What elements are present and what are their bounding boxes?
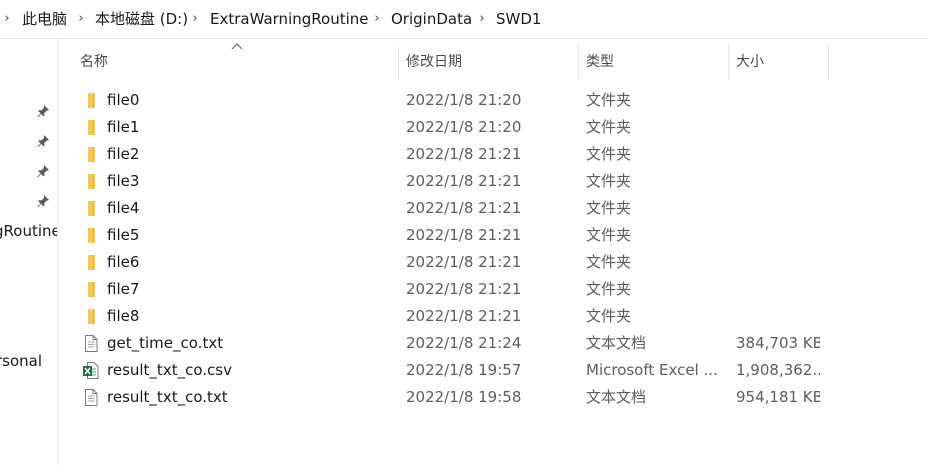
- column-header-row: 名称 修改日期 类型 大小: [58, 43, 928, 80]
- file-type: 文件夹: [586, 307, 632, 325]
- column-header-size[interactable]: 大小: [728, 44, 828, 80]
- list-item[interactable]: result_txt_co.csv 2022/1/8 19:57 Microso…: [78, 357, 838, 384]
- chevron-right-icon[interactable]: ›: [190, 9, 200, 29]
- file-size: [736, 168, 820, 195]
- folder-icon: [88, 147, 95, 162]
- folder-icon: [88, 255, 95, 270]
- file-size: [736, 195, 820, 222]
- file-name: file8: [107, 307, 140, 325]
- file-size: [736, 303, 820, 330]
- list-item[interactable]: file1 2022/1/8 21:20 文件夹: [78, 114, 838, 141]
- folder-icon: [88, 201, 95, 216]
- list-item[interactable]: file0 2022/1/8 21:20 文件夹: [78, 87, 838, 114]
- file-size: 1,908,362...: [736, 361, 820, 379]
- breadcrumb-swd1[interactable]: SWD1: [496, 9, 541, 29]
- file-date: 2022/1/8 21:24: [406, 334, 522, 352]
- list-item[interactable]: file6 2022/1/8 21:21 文件夹: [78, 249, 838, 276]
- file-type: 文件夹: [586, 226, 632, 244]
- file-size: [736, 249, 820, 276]
- folder-icon: [88, 309, 95, 324]
- list-item[interactable]: file5 2022/1/8 21:21 文件夹: [78, 222, 838, 249]
- folder-icon: [88, 93, 95, 108]
- list-item[interactable]: file8 2022/1/8 21:21 文件夹: [78, 303, 838, 330]
- pin-icon[interactable]: [35, 103, 51, 119]
- breadcrumb-local-disk-d[interactable]: 本地磁盘 (D:): [95, 9, 188, 29]
- file-date: 2022/1/8 21:21: [406, 280, 522, 298]
- pin-icon[interactable]: [35, 193, 51, 209]
- address-bar[interactable]: › 此电脑 › 本地磁盘 (D:) › ExtraWarningRoutine …: [0, 0, 928, 39]
- file-date: 2022/1/8 21:21: [406, 145, 522, 163]
- file-size: [736, 87, 820, 114]
- file-type: 文件夹: [586, 145, 632, 163]
- chevron-right-icon[interactable]: ›: [2, 9, 12, 29]
- file-name: file7: [107, 280, 140, 298]
- file-date: 2022/1/8 21:21: [406, 226, 522, 244]
- breadcrumb-extrawarningroutine[interactable]: ExtraWarningRoutine: [210, 9, 368, 29]
- column-header-type[interactable]: 类型: [578, 44, 728, 80]
- file-date: 2022/1/8 19:58: [406, 388, 522, 406]
- file-size: [736, 222, 820, 249]
- list-item[interactable]: result_txt_co.txt 2022/1/8 19:58 文本文档 95…: [78, 384, 838, 411]
- pin-icon[interactable]: [35, 163, 51, 179]
- file-size: [736, 114, 820, 141]
- list-item[interactable]: file3 2022/1/8 21:21 文件夹: [78, 168, 838, 195]
- file-name: file3: [107, 172, 140, 190]
- file-name: file5: [107, 226, 140, 244]
- file-date: 2022/1/8 21:20: [406, 118, 522, 136]
- file-type: 文件夹: [586, 253, 632, 271]
- file-name: get_time_co.txt: [107, 334, 224, 352]
- file-type: 文本文档: [586, 388, 647, 406]
- list-item[interactable]: file2 2022/1/8 21:21 文件夹: [78, 141, 838, 168]
- pin-icon[interactable]: [35, 133, 51, 149]
- file-name: file6: [107, 253, 140, 271]
- folder-icon: [88, 174, 95, 189]
- file-size: [736, 141, 820, 168]
- excel-file-icon: [83, 362, 99, 379]
- file-type: 文件夹: [586, 172, 632, 190]
- file-date: 2022/1/8 19:57: [406, 361, 522, 379]
- breadcrumb-origindata[interactable]: OriginData: [391, 9, 472, 29]
- chevron-right-icon[interactable]: ›: [477, 9, 487, 29]
- file-name: result_txt_co.csv: [107, 361, 232, 379]
- file-name: result_txt_co.txt: [107, 388, 228, 406]
- file-type: 文件夹: [586, 280, 632, 298]
- file-date: 2022/1/8 21:21: [406, 307, 522, 325]
- text-file-icon: [85, 335, 98, 352]
- file-name: file1: [107, 118, 140, 136]
- file-type: Microsoft Excel ...: [586, 361, 718, 379]
- file-size: [736, 276, 820, 303]
- folder-icon: [88, 282, 95, 297]
- chevron-right-icon[interactable]: ›: [76, 9, 86, 29]
- nav-item-extrawarningroutine[interactable]: gRoutine: [0, 222, 57, 240]
- file-type: 文件夹: [586, 199, 632, 217]
- file-name: file2: [107, 145, 140, 163]
- breadcrumb-this-pc[interactable]: 此电脑: [22, 9, 67, 29]
- file-type: 文件夹: [586, 118, 632, 136]
- chevron-right-icon[interactable]: ›: [372, 9, 382, 29]
- list-item[interactable]: file4 2022/1/8 21:21 文件夹: [78, 195, 838, 222]
- column-divider[interactable]: [828, 44, 829, 80]
- file-type: 文件夹: [586, 91, 632, 109]
- file-name: file4: [107, 199, 140, 217]
- file-size: 954,181 KB: [736, 388, 820, 406]
- file-date: 2022/1/8 21:21: [406, 253, 522, 271]
- list-item[interactable]: file7 2022/1/8 21:21 文件夹: [78, 276, 838, 303]
- file-name: file0: [107, 91, 140, 109]
- nav-item-personal[interactable]: rsonal: [0, 352, 42, 370]
- file-type: 文本文档: [586, 334, 647, 352]
- navigation-pane[interactable]: gRoutine rsonal: [0, 39, 58, 465]
- file-date: 2022/1/8 21:20: [406, 91, 522, 109]
- column-header-date[interactable]: 修改日期: [398, 44, 578, 80]
- file-date: 2022/1/8 21:21: [406, 172, 522, 190]
- list-item[interactable]: get_time_co.txt 2022/1/8 21:24 文本文档 384,…: [78, 330, 838, 357]
- file-size: 384,703 KB: [736, 334, 820, 352]
- file-date: 2022/1/8 21:21: [406, 199, 522, 217]
- folder-icon: [88, 120, 95, 135]
- column-header-name[interactable]: 名称: [72, 44, 398, 80]
- text-file-icon: [85, 389, 98, 406]
- folder-icon: [88, 228, 95, 243]
